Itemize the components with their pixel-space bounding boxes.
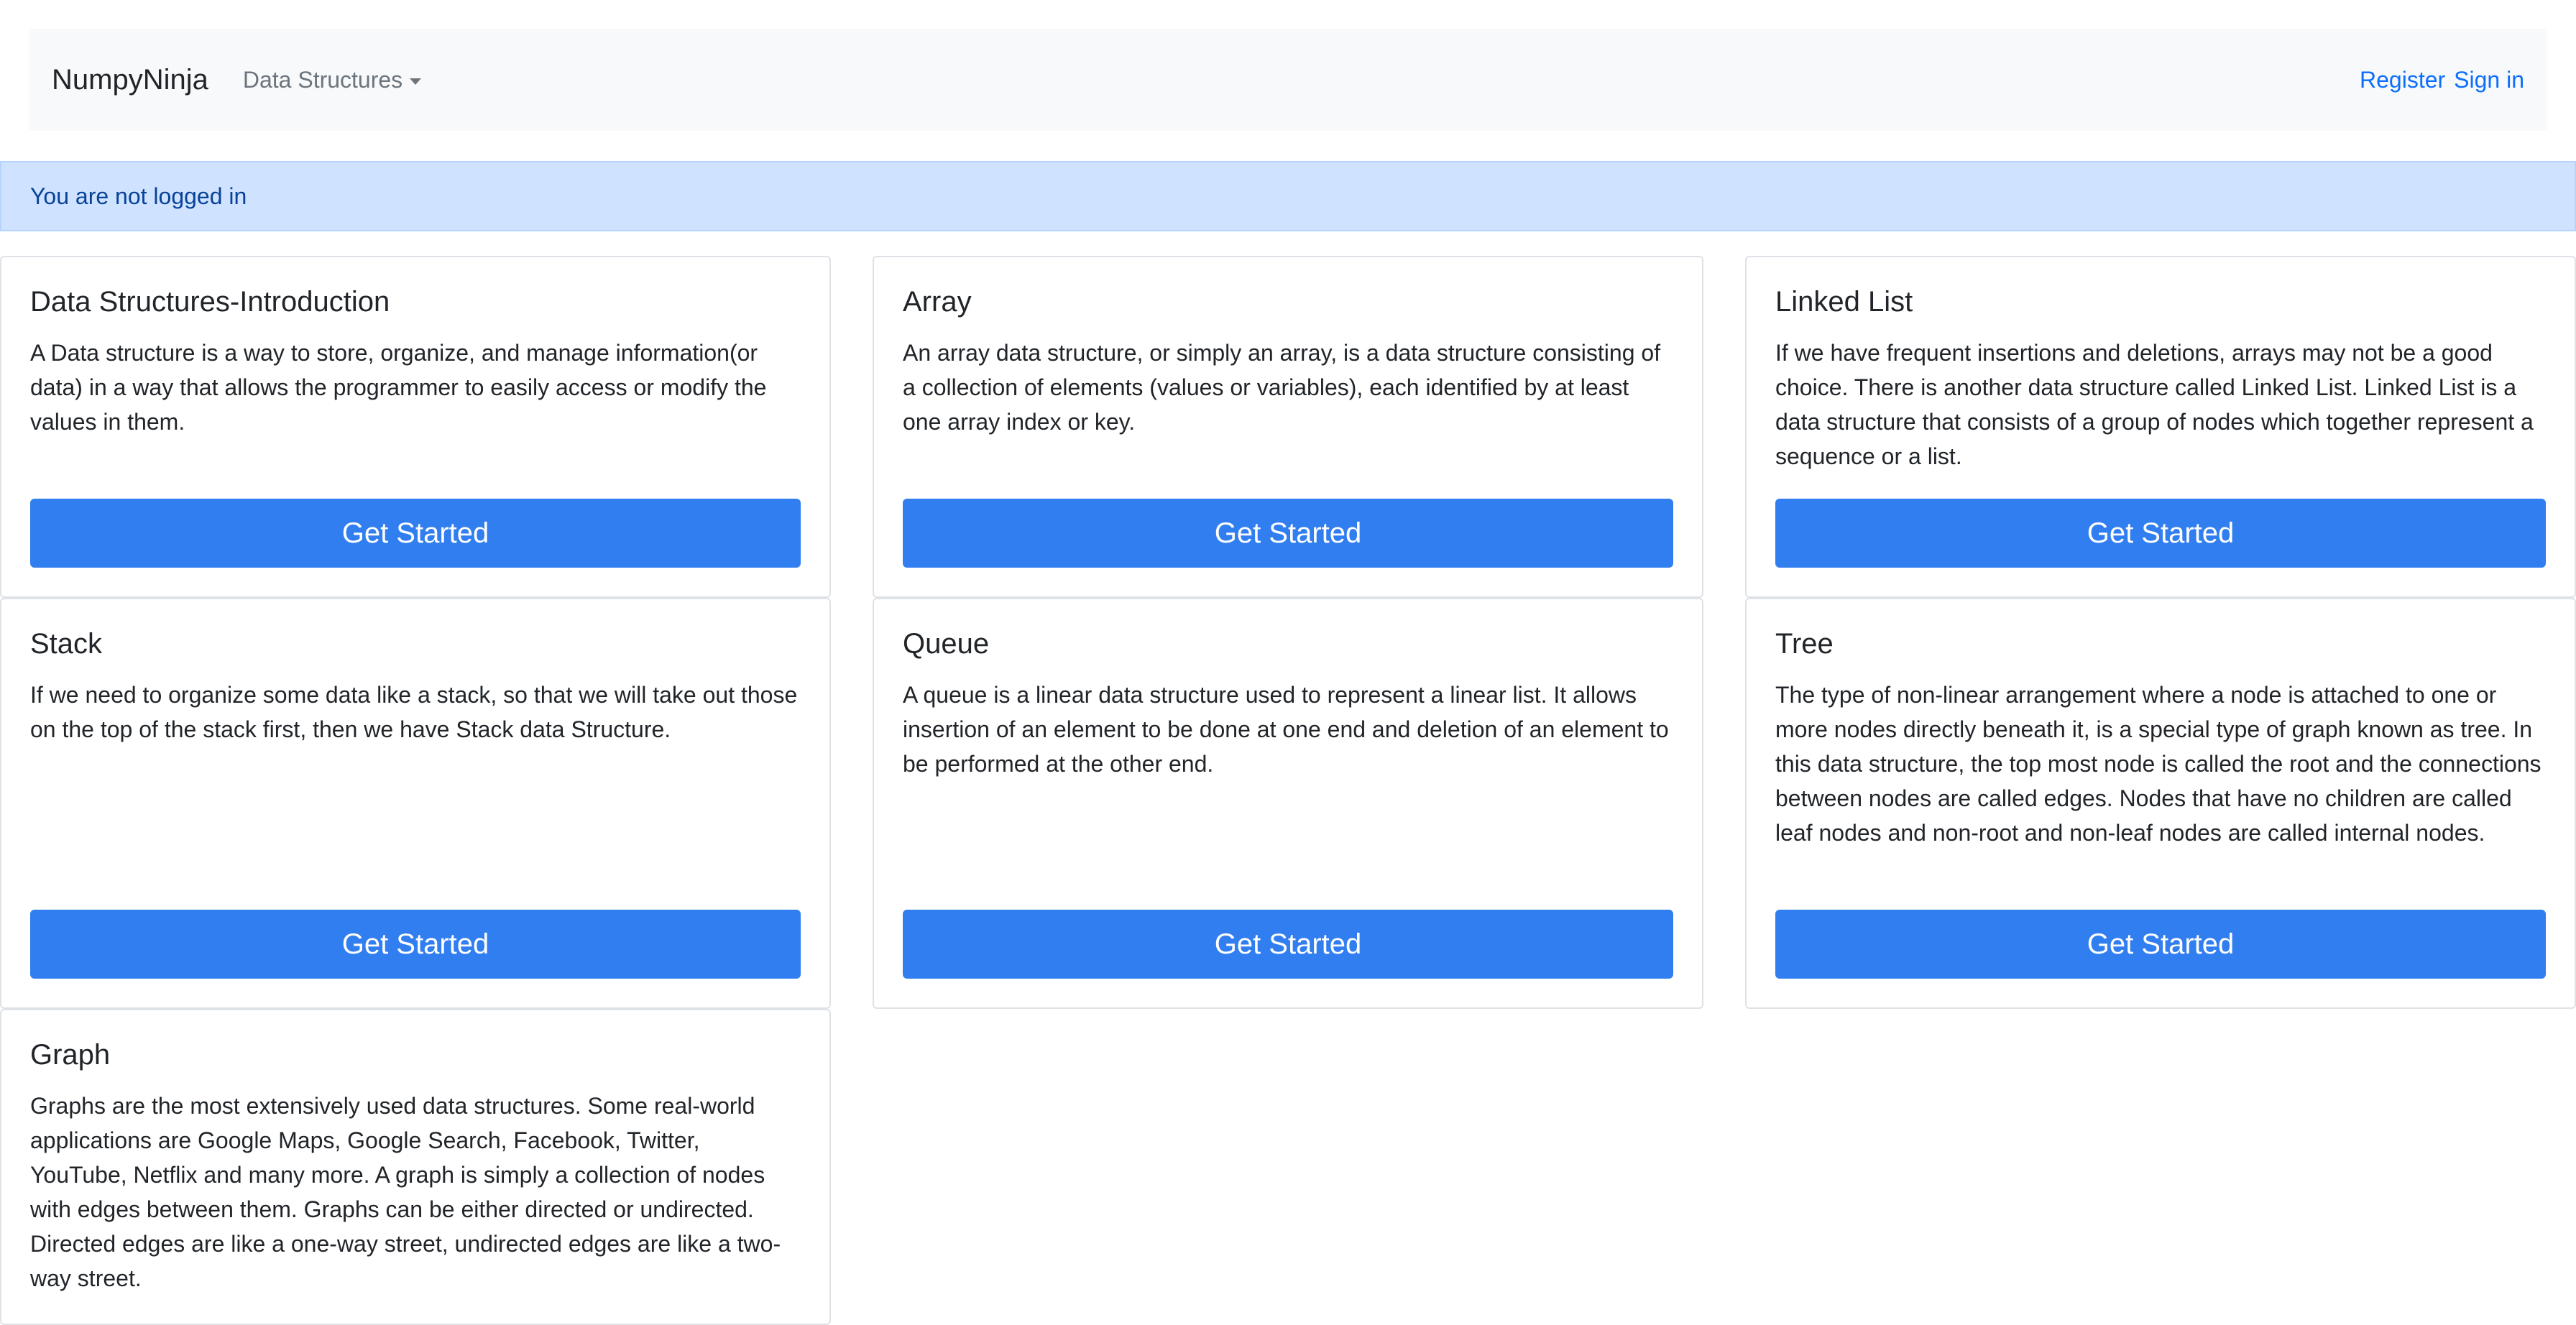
card-text: The type of non-linear arrangement where…: [1775, 682, 2542, 846]
card-title: Queue: [903, 628, 990, 660]
card-tree: Tree The type of non-linear arrangement …: [1745, 598, 2576, 1009]
card-title: Array: [903, 286, 972, 318]
register-link[interactable]: Register: [2360, 67, 2445, 93]
card-title: Data Structures-Introduction: [30, 286, 390, 318]
card-data-structures-introduction: Data Structures-Introduction A Data stru…: [0, 256, 831, 598]
get-started-button[interactable]: Get Started: [903, 499, 1673, 568]
sign-in-link[interactable]: Sign in: [2454, 67, 2524, 93]
card-text: A queue is a linear data structure used …: [903, 682, 1669, 777]
card-text: An array data structure, or simply an ar…: [903, 340, 1661, 435]
card-text: A Data structure is a way to store, orga…: [30, 340, 767, 435]
dropdown-label: Data Structures: [242, 66, 403, 93]
get-started-button[interactable]: Get Started: [30, 910, 801, 979]
navbar: NumpyNinja Data Structures Register Sign…: [29, 29, 2547, 131]
data-structures-dropdown[interactable]: Data Structures: [242, 66, 422, 93]
card-title: Graph: [30, 1039, 111, 1071]
card-title: Linked List: [1775, 286, 1913, 318]
get-started-button[interactable]: Get Started: [1775, 910, 2546, 979]
card-title: Stack: [30, 628, 103, 660]
brand-logo[interactable]: NumpyNinja: [52, 64, 208, 96]
login-status-alert: You are not logged in: [0, 161, 2576, 231]
get-started-button[interactable]: Get Started: [1775, 499, 2546, 568]
card-queue: Queue A queue is a linear data structure…: [873, 598, 1703, 1009]
card-text: If we need to organize some data like a …: [30, 682, 798, 742]
caret-down-icon: [410, 78, 422, 85]
get-started-button[interactable]: Get Started: [30, 499, 801, 568]
card-stack: Stack If we need to organize some data l…: [0, 598, 831, 1009]
auth-links: Register Sign in: [2360, 67, 2524, 93]
card-title: Tree: [1775, 628, 1834, 660]
card-array: Array An array data structure, or simply…: [873, 256, 1703, 598]
card-text: If we have frequent insertions and delet…: [1775, 340, 2534, 469]
alert-text: You are not logged in: [30, 183, 247, 209]
card-text: Graphs are the most extensively used dat…: [30, 1093, 781, 1291]
get-started-button[interactable]: Get Started: [903, 910, 1673, 979]
card-graph: Graph Graphs are the most extensively us…: [0, 1009, 831, 1325]
card-linked-list: Linked List If we have frequent insertio…: [1745, 256, 2576, 598]
